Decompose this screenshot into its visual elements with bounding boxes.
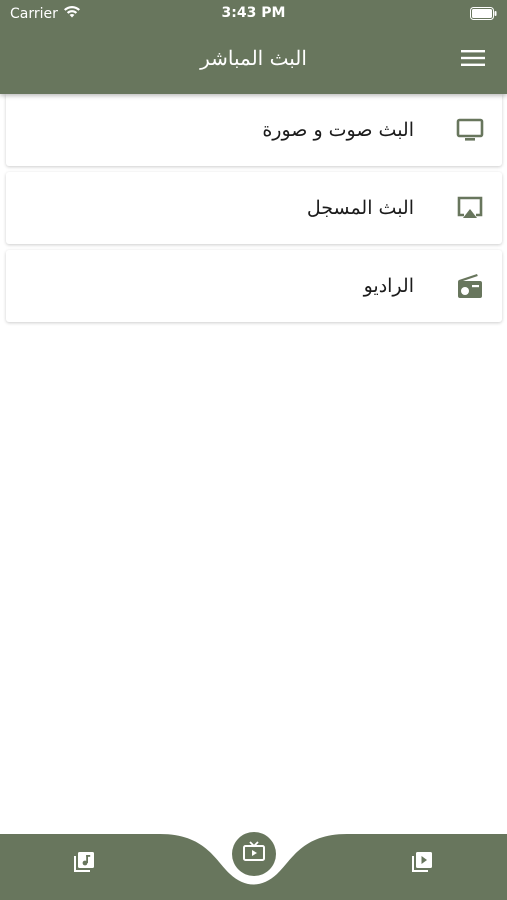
app-header: Carrier 3:43 PM البث المباشر: [0, 0, 507, 94]
status-bar: Carrier 3:43 PM: [0, 0, 507, 28]
app-screen: Carrier 3:43 PM البث المباشر البث صوت و …: [0, 0, 507, 900]
tv-icon: [452, 112, 488, 148]
airplay-icon: [452, 190, 488, 226]
hamburger-menu-icon: [461, 49, 485, 71]
menu-button[interactable]: [459, 49, 487, 71]
stream-list: البث صوت و صورة البث المسجل الراديو: [6, 94, 502, 328]
nav-video-button[interactable]: [402, 844, 442, 884]
page-title: البث المباشر: [200, 46, 307, 70]
list-item-label: الراديو: [363, 275, 414, 297]
list-item-label: البث المسجل: [306, 197, 414, 219]
list-item-recorded[interactable]: البث المسجل: [6, 172, 502, 244]
music-library-icon: [73, 851, 95, 877]
video-library-icon: [411, 851, 433, 877]
radio-icon: [452, 268, 488, 304]
bottom-navigation: [0, 830, 507, 900]
title-bar: البث المباشر: [0, 38, 507, 82]
battery-icon: [470, 7, 497, 24]
list-item-radio[interactable]: الراديو: [6, 250, 502, 322]
nav-live-tv-button[interactable]: [232, 832, 276, 876]
nav-music-button[interactable]: [64, 844, 104, 884]
list-item-live-av[interactable]: البث صوت و صورة: [6, 94, 502, 166]
live-tv-icon: [242, 841, 266, 867]
list-item-label: البث صوت و صورة: [262, 119, 414, 141]
status-time: 3:43 PM: [221, 5, 286, 21]
